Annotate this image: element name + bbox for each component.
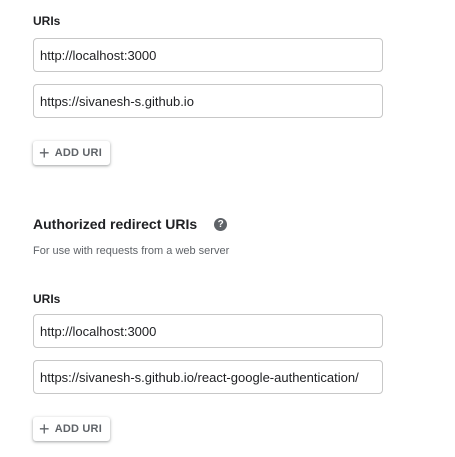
redirect-uri-input-2[interactable] [33,360,383,394]
origin-uri-input-2[interactable] [33,84,383,118]
add-redirect-uri-label: ADD URI [54,423,102,435]
redirect-uris-label: URIs [33,292,61,306]
origins-uris-label: URIs [33,14,61,28]
origin-uri-input-1[interactable] [33,38,383,72]
redirect-uris-subtitle: For use with requests from a web server [33,245,230,257]
redirect-uris-section-title: Authorized redirect URIs ? [33,215,228,233]
redirect-uris-title-text: Authorized redirect URIs [33,216,198,232]
oauth-client-uris-panel: URIs + ADD URI Authorized redirect URIs … [0,0,455,457]
redirect-uri-input-1[interactable] [33,314,383,348]
plus-icon: + [39,418,50,439]
add-origin-uri-button[interactable]: + ADD URI [33,141,110,165]
add-redirect-uri-button[interactable]: + ADD URI [33,417,110,441]
add-origin-uri-label: ADD URI [54,147,102,159]
plus-icon: + [39,142,50,163]
help-icon[interactable]: ? [214,217,228,231]
